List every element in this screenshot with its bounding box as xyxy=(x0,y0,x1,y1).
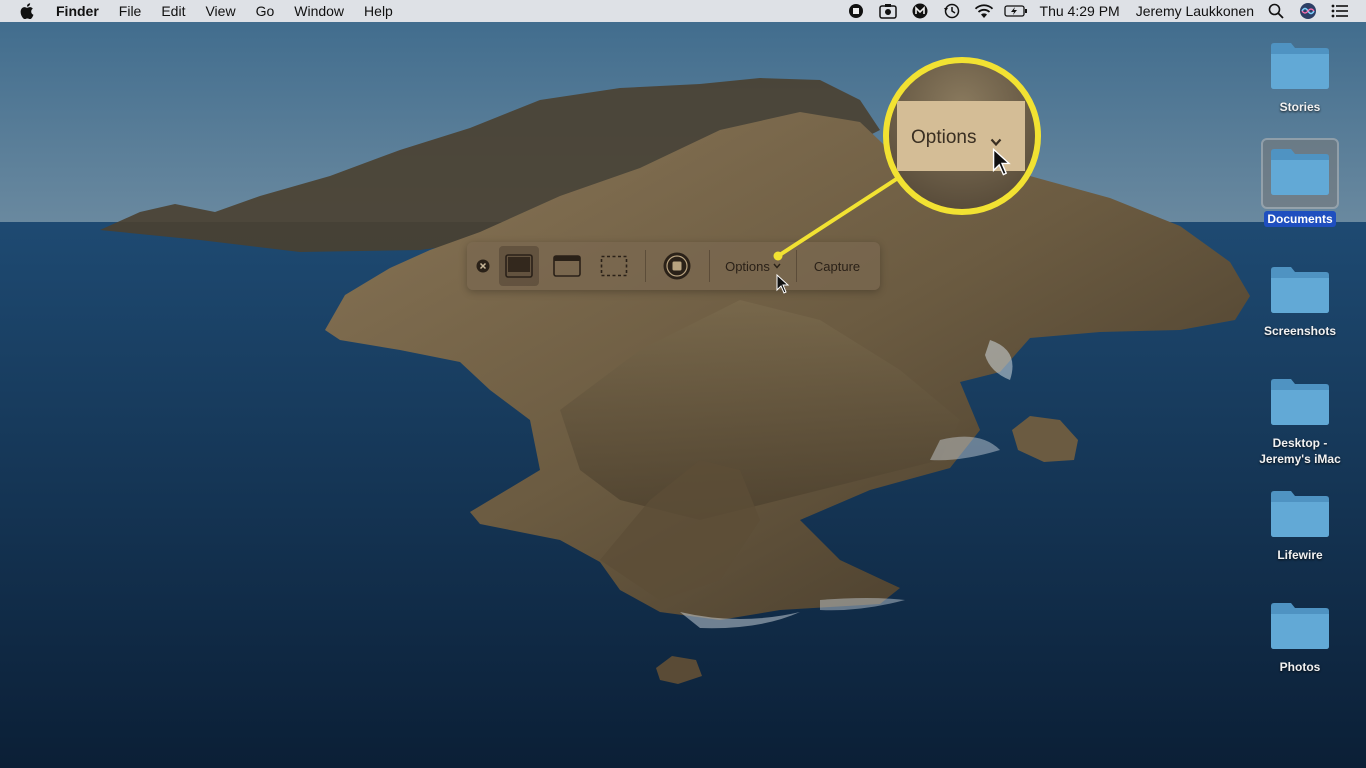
callout-connector xyxy=(773,176,900,261)
folder-label: Photos xyxy=(1279,660,1321,674)
user-account-menu[interactable]: Jeremy Laukkonen xyxy=(1128,3,1260,19)
toolbar-divider xyxy=(709,250,710,282)
mouse-cursor-icon xyxy=(776,274,790,294)
magnified-options-label: Options xyxy=(911,127,977,148)
desktop-folder-documents[interactable]: Documents xyxy=(1252,138,1348,227)
menu-help[interactable]: Help xyxy=(354,0,403,22)
desktop-folder-photos[interactable]: Photos xyxy=(1252,600,1348,675)
malwarebytes-icon[interactable] xyxy=(904,0,936,22)
entire-screen-icon xyxy=(505,254,533,278)
folder-label: Lifewire xyxy=(1277,548,1323,562)
selection-marquee-icon xyxy=(600,255,628,277)
menu-window[interactable]: Window xyxy=(284,0,354,22)
magnified-chevron-down-icon xyxy=(990,138,1002,147)
magnified-mouse-cursor-icon xyxy=(992,148,1011,176)
folder-label: Stories xyxy=(1279,100,1321,114)
menu-go[interactable]: Go xyxy=(246,0,285,22)
apple-menu-icon[interactable] xyxy=(0,3,46,19)
folder-icon xyxy=(1271,149,1329,195)
menu-bar: Finder File Edit View Go Window Help Thu… xyxy=(0,0,1366,22)
desktop-folder-stories[interactable]: Stories xyxy=(1252,40,1348,115)
folder-label: Screenshots xyxy=(1263,324,1337,338)
menu-file[interactable]: File xyxy=(109,0,152,22)
spotlight-search-icon[interactable] xyxy=(1260,0,1292,22)
desktop-folder-desktop-jeremys-imac[interactable]: Desktop - Jeremy's iMac xyxy=(1252,376,1348,467)
folder-icon xyxy=(1271,491,1329,537)
toolbar-divider xyxy=(645,250,646,282)
folder-icon xyxy=(1271,379,1329,425)
close-toolbar-button[interactable] xyxy=(475,258,491,274)
menu-clock[interactable]: Thu 4:29 PM xyxy=(1032,3,1128,19)
menu-view[interactable]: View xyxy=(195,0,245,22)
time-machine-icon[interactable] xyxy=(936,0,968,22)
desktop-folder-screenshots[interactable]: Screenshots xyxy=(1252,264,1348,339)
capture-entire-screen-button[interactable] xyxy=(499,246,539,286)
notification-center-icon[interactable] xyxy=(1324,0,1356,22)
capture-window-button[interactable] xyxy=(547,246,587,286)
record-screen-icon xyxy=(663,252,691,280)
folder-label: Documents xyxy=(1264,211,1336,227)
desktop-folder-lifewire[interactable]: Lifewire xyxy=(1252,488,1348,563)
folder-label-line2: Jeremy's iMac xyxy=(1259,452,1341,466)
battery-charging-icon[interactable] xyxy=(1000,0,1032,22)
options-label: Options xyxy=(725,258,770,274)
folder-icon xyxy=(1271,603,1329,649)
window-icon xyxy=(553,255,581,277)
record-entire-screen-button[interactable] xyxy=(657,246,697,286)
screenshot-app-icon[interactable] xyxy=(872,0,904,22)
siri-icon[interactable] xyxy=(1292,0,1324,22)
menu-finder[interactable]: Finder xyxy=(46,0,109,22)
menu-edit[interactable]: Edit xyxy=(151,0,195,22)
folder-label: Desktop - Jeremy's iMac xyxy=(1256,435,1344,467)
desktop-wallpaper xyxy=(0,0,1366,768)
wifi-icon[interactable] xyxy=(968,0,1000,22)
capture-selected-portion-button[interactable] xyxy=(594,246,634,286)
folder-icon xyxy=(1271,43,1329,89)
close-icon xyxy=(476,259,490,273)
folder-icon xyxy=(1271,267,1329,313)
stop-record-icon[interactable] xyxy=(840,0,872,22)
magnified-options-callout: Options xyxy=(883,57,1041,215)
folder-label-line1: Desktop - xyxy=(1272,436,1328,450)
